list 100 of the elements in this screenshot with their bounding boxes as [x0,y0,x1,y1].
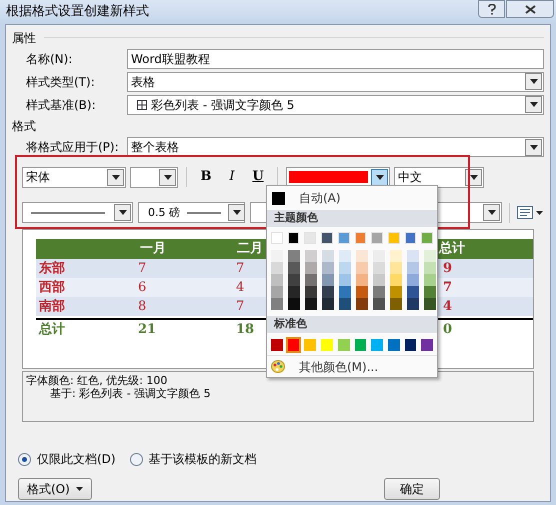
color-swatch[interactable] [321,339,333,351]
color-swatch[interactable] [288,298,300,310]
color-swatch[interactable] [322,262,334,274]
caret-icon [76,487,83,492]
color-swatch[interactable] [407,298,419,310]
color-swatch[interactable] [424,262,436,274]
color-swatch[interactable] [321,232,333,244]
dropdown-field[interactable]: 表格 [127,72,544,92]
color-swatch[interactable] [356,250,368,262]
color-swatch[interactable] [421,339,434,351]
color-swatch[interactable] [288,262,300,274]
table-cell-text: 7 [235,260,246,278]
underline-button[interactable]: U [247,167,269,188]
line-style-dropdown[interactable] [22,202,133,224]
color-swatch[interactable] [390,262,402,274]
color-swatch[interactable] [371,339,383,351]
color-swatch[interactable] [271,298,283,310]
ok-button[interactable]: 确定 [384,478,440,500]
scope-radio[interactable]: 基于该模板的新文档 [130,450,257,468]
color-swatch[interactable] [373,298,385,310]
color-swatch[interactable] [373,262,385,274]
font-color-dropdown[interactable] [286,166,390,188]
color-swatch[interactable] [373,274,385,286]
color-swatch[interactable] [404,339,416,351]
color-swatch[interactable] [271,250,283,262]
radio-button[interactable] [130,452,143,466]
line-weight-dropdown[interactable]: 0.5 磅 [138,202,245,224]
color-swatch[interactable] [304,339,316,351]
color-swatch[interactable] [390,286,402,298]
auto-color-item[interactable]: 自动(A) [267,186,437,210]
row-label: 东部 [38,260,66,278]
color-swatch[interactable] [271,262,283,274]
color-swatch[interactable] [388,232,400,244]
color-swatch[interactable] [371,232,383,244]
column-header: 二月 [236,240,264,258]
line-sample-icon [31,212,105,214]
format-button[interactable]: 格式(O) [18,478,92,500]
color-swatch[interactable] [322,298,334,310]
color-swatch[interactable] [407,286,419,298]
color-swatch[interactable] [271,339,283,351]
color-swatch[interactable] [424,298,436,310]
color-swatch[interactable] [424,274,436,286]
color-swatch[interactable] [373,250,385,262]
window-title: 根据格式设置创建新样式 [6,3,149,22]
color-swatch[interactable] [304,232,316,244]
color-swatch[interactable] [305,262,317,274]
color-swatch[interactable] [339,286,351,298]
color-swatch[interactable] [339,250,351,262]
color-swatch[interactable] [305,298,317,310]
color-swatch[interactable] [339,274,351,286]
color-swatch[interactable] [390,250,402,262]
color-swatch[interactable] [421,232,434,244]
italic-button[interactable]: I [221,167,243,188]
more-colors-item[interactable]: 其他颜色(M)... [267,355,437,377]
color-swatch[interactable] [407,250,419,262]
color-swatch[interactable] [404,232,416,244]
help-button[interactable] [478,0,505,18]
color-swatch[interactable] [356,286,368,298]
color-swatch[interactable] [390,274,402,286]
dropdown-field[interactable]: 整个表格 [127,137,544,158]
color-swatch[interactable] [322,250,334,262]
color-swatch[interactable] [338,232,350,244]
color-swatch[interactable] [322,274,334,286]
close-button[interactable] [506,0,554,18]
color-swatch[interactable] [271,232,283,244]
color-swatch[interactable] [288,286,300,298]
color-swatch[interactable] [288,232,300,244]
scope-radio[interactable]: 仅限此文档(D) [18,450,116,468]
script-dropdown[interactable]: 中文 [394,166,484,188]
color-swatch[interactable] [424,250,436,262]
color-swatch[interactable] [305,250,317,262]
color-swatch[interactable] [338,339,350,351]
color-swatch[interactable] [390,298,402,310]
color-swatch[interactable] [288,250,300,262]
bold-button[interactable]: B [195,167,217,188]
color-swatch[interactable] [407,274,419,286]
color-swatch[interactable] [356,262,368,274]
color-swatch[interactable] [322,286,334,298]
font-dropdown[interactable]: 宋体 [22,166,126,188]
color-swatch[interactable] [305,274,317,286]
radio-button[interactable] [18,452,31,466]
color-swatch[interactable] [407,262,419,274]
color-swatch[interactable] [388,339,400,351]
color-swatch[interactable] [339,262,351,274]
table-cell-text: 7 [235,298,246,316]
color-swatch[interactable] [305,286,317,298]
color-swatch[interactable] [356,298,368,310]
color-swatch[interactable] [288,339,300,351]
color-swatch[interactable] [354,232,366,244]
color-swatch[interactable] [288,274,300,286]
color-swatch[interactable] [271,286,283,298]
color-swatch[interactable] [356,274,368,286]
caret-icon [164,174,172,180]
color-swatch[interactable] [354,339,366,351]
color-swatch[interactable] [373,286,385,298]
name-field[interactable]: Word联盟教程 [127,49,544,70]
dropdown-field[interactable]: 彩色列表 - 强调文字颜色 5 [127,94,544,115]
color-swatch[interactable] [339,298,351,310]
color-swatch[interactable] [271,274,283,286]
color-swatch[interactable] [424,286,436,298]
